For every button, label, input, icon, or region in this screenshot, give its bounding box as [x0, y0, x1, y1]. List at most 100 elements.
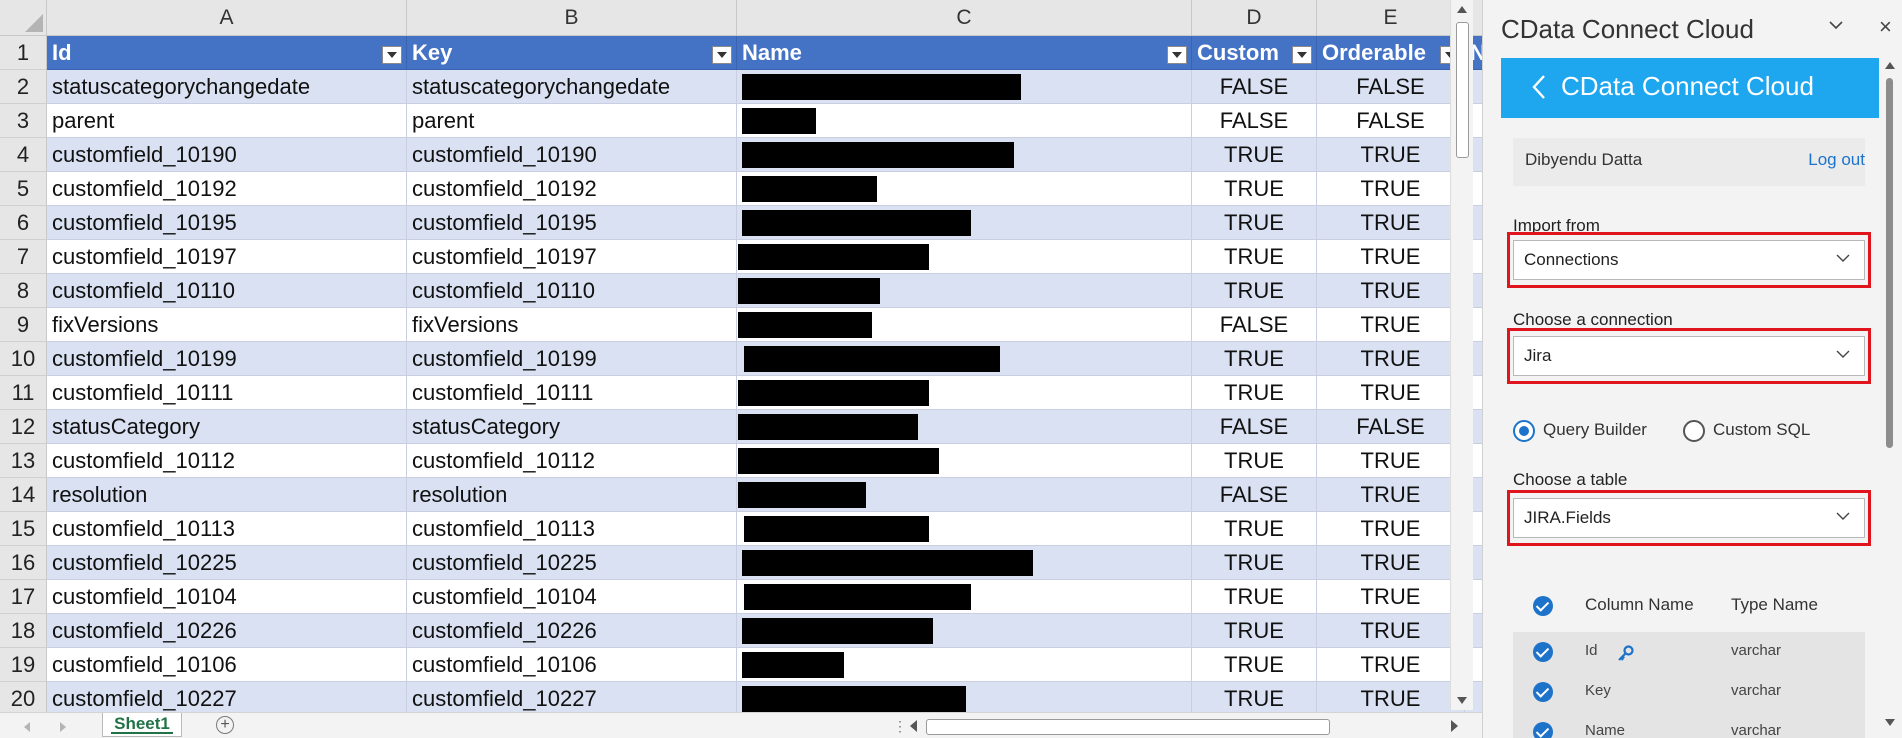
row-header[interactable]: 10: [0, 342, 47, 376]
row-header[interactable]: 19: [0, 648, 47, 682]
table-cell[interactable]: FALSE: [1192, 104, 1317, 138]
table-cell[interactable]: customfield_10106: [47, 648, 407, 682]
close-icon[interactable]: ×: [1879, 14, 1892, 40]
chevron-down-icon[interactable]: [1829, 18, 1843, 32]
add-sheet-icon[interactable]: +: [216, 716, 234, 734]
pane-scroll-up-icon[interactable]: [1885, 62, 1895, 69]
table-cell[interactable]: TRUE: [1317, 308, 1465, 342]
table-cell[interactable]: TRUE: [1192, 682, 1317, 716]
row-header[interactable]: 6: [0, 206, 47, 240]
column-header-b[interactable]: B: [407, 0, 737, 36]
column-header-a[interactable]: A: [47, 0, 407, 36]
table-cell[interactable]: customfield_10190: [407, 138, 737, 172]
table-cell[interactable]: TRUE: [1192, 206, 1317, 240]
table-cell[interactable]: TRUE: [1317, 512, 1465, 546]
row-header[interactable]: 16: [0, 546, 47, 580]
table-cell[interactable]: TRUE: [1192, 648, 1317, 682]
column-row[interactable]: Name varchar: [1513, 712, 1865, 738]
table-cell[interactable]: customfield_10111: [47, 376, 407, 410]
row-header[interactable]: 20: [0, 682, 47, 716]
table-cell[interactable]: FALSE: [1192, 308, 1317, 342]
table-cell[interactable]: TRUE: [1317, 580, 1465, 614]
filter-dropdown-icon[interactable]: [382, 46, 402, 64]
scroll-down-arrow-icon[interactable]: [1457, 697, 1467, 704]
table-cell[interactable]: customfield_10199: [407, 342, 737, 376]
row-header[interactable]: 13: [0, 444, 47, 478]
table-cell[interactable]: TRUE: [1317, 682, 1465, 716]
prev-sheet-arrow-icon[interactable]: [24, 722, 30, 732]
table-cell[interactable]: statuscategorychangedate: [407, 70, 737, 104]
table-cell[interactable]: [737, 444, 1192, 478]
row-header[interactable]: 12: [0, 410, 47, 444]
table-cell[interactable]: FALSE: [1192, 70, 1317, 104]
column-check-icon[interactable]: [1533, 722, 1553, 738]
table-cell[interactable]: customfield_10110: [47, 274, 407, 308]
table-cell[interactable]: customfield_10190: [47, 138, 407, 172]
table-cell[interactable]: FALSE: [1192, 410, 1317, 444]
table-cell[interactable]: FALSE: [1317, 410, 1465, 444]
table-cell[interactable]: customfield_10110: [407, 274, 737, 308]
table-cell[interactable]: [737, 172, 1192, 206]
custom-sql-radio[interactable]: [1683, 420, 1705, 442]
filter-dropdown-icon[interactable]: [1167, 46, 1187, 64]
row-header[interactable]: 5: [0, 172, 47, 206]
table-cell[interactable]: customfield_10227: [407, 682, 737, 716]
table-cell[interactable]: TRUE: [1192, 342, 1317, 376]
next-sheet-arrow-icon[interactable]: [60, 722, 66, 732]
table-cell[interactable]: customfield_10225: [47, 546, 407, 580]
row-header[interactable]: 9: [0, 308, 47, 342]
column-row[interactable]: Id varchar: [1513, 632, 1865, 672]
table-cell[interactable]: TRUE: [1317, 274, 1465, 308]
table-cell[interactable]: [737, 614, 1192, 648]
table-cell[interactable]: TRUE: [1317, 614, 1465, 648]
column-header-e[interactable]: E: [1317, 0, 1465, 36]
table-cell[interactable]: TRUE: [1317, 240, 1465, 274]
row-header[interactable]: 7: [0, 240, 47, 274]
row-header[interactable]: 17: [0, 580, 47, 614]
table-header-cell[interactable]: Key: [407, 36, 737, 70]
table-cell[interactable]: [737, 342, 1192, 376]
table-cell[interactable]: [737, 138, 1192, 172]
select-all-corner[interactable]: [0, 0, 47, 36]
table-cell[interactable]: TRUE: [1317, 444, 1465, 478]
table-cell[interactable]: TRUE: [1192, 444, 1317, 478]
table-cell[interactable]: [737, 512, 1192, 546]
row-header[interactable]: 3: [0, 104, 47, 138]
table-cell[interactable]: [737, 104, 1192, 138]
table-cell[interactable]: customfield_10226: [407, 614, 737, 648]
table-cell[interactable]: customfield_10192: [47, 172, 407, 206]
table-cell[interactable]: TRUE: [1192, 512, 1317, 546]
row-header[interactable]: 11: [0, 376, 47, 410]
table-cell[interactable]: TRUE: [1192, 580, 1317, 614]
table-cell[interactable]: customfield_10106: [407, 648, 737, 682]
table-header-cell[interactable]: Name: [737, 36, 1192, 70]
row-header[interactable]: 1: [0, 36, 47, 70]
table-cell[interactable]: statusCategory: [407, 410, 737, 444]
select-all-columns-check-icon[interactable]: [1533, 596, 1553, 616]
table-cell[interactable]: customfield_10199: [47, 342, 407, 376]
table-cell[interactable]: TRUE: [1192, 614, 1317, 648]
pane-scroll-thumb[interactable]: [1886, 78, 1893, 448]
table-cell[interactable]: fixVersions: [407, 308, 737, 342]
table-cell[interactable]: FALSE: [1317, 104, 1465, 138]
connection-select[interactable]: Jira: [1513, 336, 1865, 376]
vertical-scrollbar[interactable]: [1450, 0, 1473, 710]
table-cell[interactable]: resolution: [47, 478, 407, 512]
sheet-tab-sheet1[interactable]: Sheet1: [102, 713, 182, 737]
table-cell[interactable]: TRUE: [1192, 240, 1317, 274]
table-cell[interactable]: customfield_10104: [47, 580, 407, 614]
row-header[interactable]: 18: [0, 614, 47, 648]
table-cell[interactable]: TRUE: [1192, 274, 1317, 308]
pane-scroll-down-icon[interactable]: [1885, 719, 1895, 726]
table-cell[interactable]: parent: [47, 104, 407, 138]
row-header[interactable]: 4: [0, 138, 47, 172]
table-cell[interactable]: customfield_10197: [47, 240, 407, 274]
column-check-icon[interactable]: [1533, 642, 1553, 662]
table-cell[interactable]: customfield_10225: [407, 546, 737, 580]
table-cell[interactable]: FALSE: [1317, 70, 1465, 104]
table-cell[interactable]: FALSE: [1192, 478, 1317, 512]
table-cell[interactable]: [737, 682, 1192, 716]
horizontal-scroll-thumb[interactable]: [926, 719, 1330, 735]
table-cell[interactable]: [737, 580, 1192, 614]
table-cell[interactable]: TRUE: [1317, 172, 1465, 206]
